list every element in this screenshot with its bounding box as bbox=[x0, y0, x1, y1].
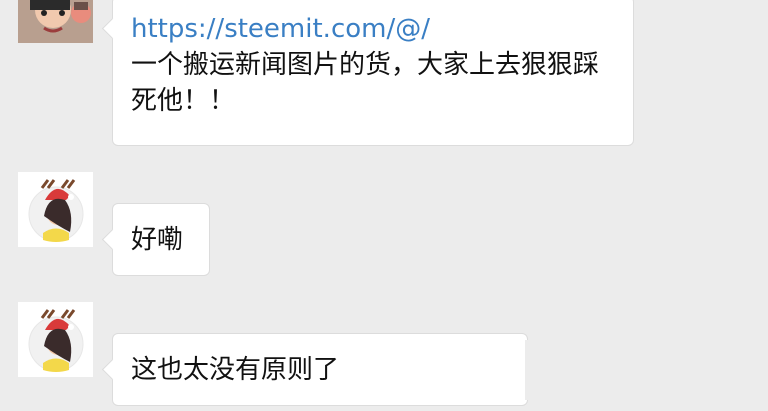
message-text-3: 这也太没有原则了 bbox=[131, 355, 340, 385]
message-bubble-1[interactable]: https://steemit.com/@/ 一个搬运新闻图片的货，大家上去狠狠… bbox=[112, 0, 634, 146]
user-avatar-2[interactable] bbox=[18, 172, 93, 247]
user-avatar-1[interactable] bbox=[18, 0, 93, 43]
image-artifact bbox=[525, 340, 533, 400]
user-avatar-3[interactable] bbox=[18, 302, 93, 377]
user-photo-icon bbox=[18, 0, 93, 43]
reindeer-girl-avatar-icon bbox=[18, 302, 93, 377]
reindeer-girl-avatar-icon bbox=[18, 172, 93, 247]
message-bubble-2[interactable]: 好嘞 bbox=[112, 203, 210, 276]
message-text-1: 一个搬运新闻图片的货，大家上去狠狠踩死他！！ bbox=[131, 50, 600, 116]
chat-thread: https://steemit.com/@/ 一个搬运新闻图片的货，大家上去狠狠… bbox=[0, 0, 768, 411]
message-link[interactable]: https://steemit.com/@/ bbox=[131, 11, 431, 47]
message-text-2: 好嘞 bbox=[131, 225, 184, 255]
message-bubble-3[interactable]: 这也太没有原则了 bbox=[112, 333, 528, 406]
